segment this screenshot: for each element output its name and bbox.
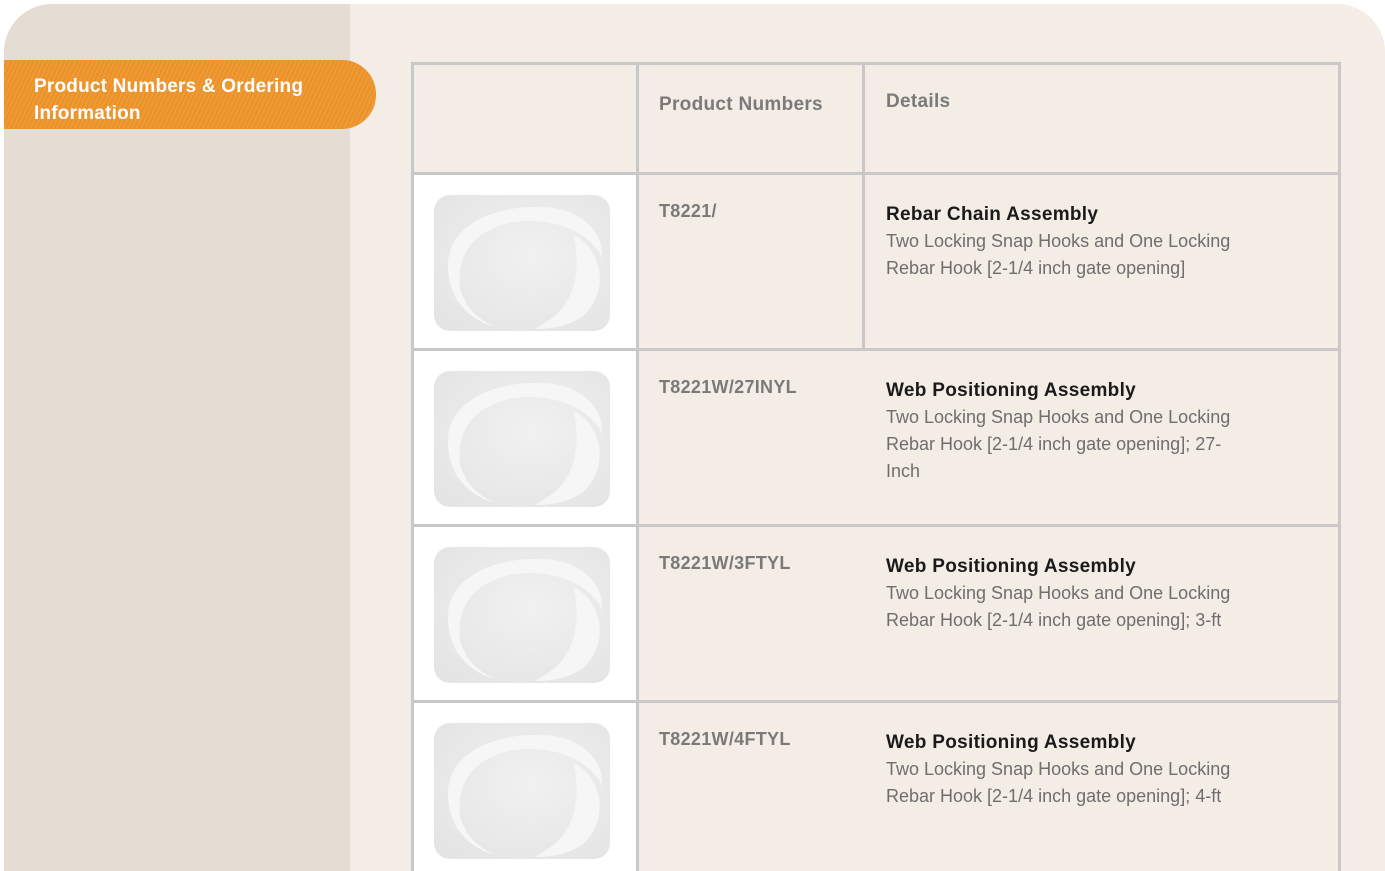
- table-header-row: Product Numbers Details: [414, 65, 1338, 175]
- placeholder-image-icon[interactable]: [434, 195, 610, 331]
- detail-description: Two Locking Snap Hooks and One Locking R…: [886, 231, 1231, 278]
- placeholder-image-icon[interactable]: [434, 547, 610, 683]
- product-number[interactable]: T8221/: [639, 175, 865, 348]
- placeholder-image-icon[interactable]: [434, 371, 610, 507]
- header-image-cell: [414, 65, 639, 172]
- placeholder-image-icon[interactable]: [434, 723, 610, 859]
- detail-title: Rebar Chain Assembly: [886, 204, 1099, 225]
- table-row: T8221W/3FTYL Web Positioning Assembly Tw…: [414, 527, 1338, 703]
- product-table: Product Numbers Details T8221/ Rebar Cha…: [411, 62, 1341, 871]
- table-row: T8221W/27INYL Web Positioning Assembly T…: [414, 351, 1338, 527]
- header-product-numbers: Product Numbers: [639, 65, 865, 172]
- page-frame: Product Numbers & Ordering Information P…: [4, 4, 1385, 871]
- table-row: T8221W/4FTYL Web Positioning Assembly Tw…: [414, 703, 1338, 871]
- product-number[interactable]: T8221W/4FTYL: [639, 703, 865, 871]
- thumbnail-cell: [414, 175, 639, 348]
- header-details: Details: [886, 91, 951, 112]
- thumbnail-cell: [414, 703, 639, 871]
- product-number[interactable]: T8221W/27INYL: [639, 351, 865, 524]
- detail-description: Two Locking Snap Hooks and One Locking R…: [886, 407, 1231, 481]
- section-tab-product-numbers[interactable]: Product Numbers & Ordering Information: [4, 60, 376, 129]
- details-cell: Rebar Chain Assembly Two Locking Snap Ho…: [865, 175, 1338, 348]
- table-row: T8221/ Rebar Chain Assembly Two Locking …: [414, 175, 1338, 351]
- detail-description: Two Locking Snap Hooks and One Locking R…: [886, 583, 1231, 630]
- details-cell: Web Positioning Assembly Two Locking Sna…: [865, 527, 1338, 700]
- details-cell: Web Positioning Assembly Two Locking Sna…: [865, 351, 1338, 524]
- thumbnail-cell: [414, 351, 639, 524]
- section-tab-label: Product Numbers & Ordering Information: [34, 76, 304, 124]
- sidebar: Product Numbers & Ordering Information: [4, 4, 376, 871]
- product-number[interactable]: T8221W/3FTYL: [639, 527, 865, 700]
- thumbnail-cell: [414, 527, 639, 700]
- detail-title: Web Positioning Assembly: [886, 380, 1137, 401]
- detail-title: Web Positioning Assembly: [886, 732, 1137, 753]
- detail-description: Two Locking Snap Hooks and One Locking R…: [886, 759, 1231, 806]
- detail-title: Web Positioning Assembly: [886, 556, 1137, 577]
- details-cell: Web Positioning Assembly Two Locking Sna…: [865, 703, 1338, 871]
